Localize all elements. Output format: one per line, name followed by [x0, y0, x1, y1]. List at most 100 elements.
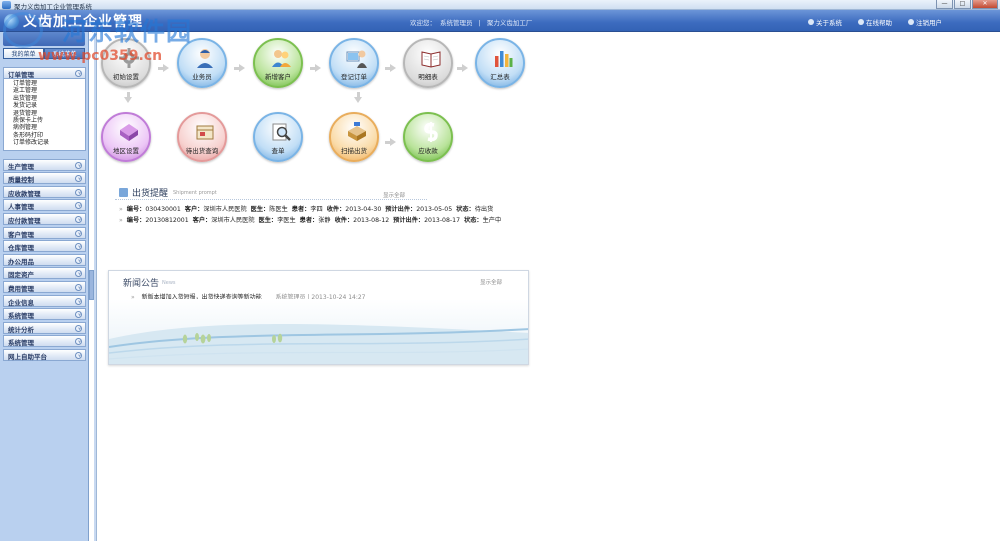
sidebar-group-12[interactable]: 系统管理 » — [3, 308, 86, 321]
shipment-doctor-value: 陈医生 — [269, 206, 288, 213]
sidebar-group-8[interactable]: 办公用品 » — [3, 253, 86, 266]
chevron-down-icon[interactable]: » — [75, 202, 82, 210]
close-button[interactable]: ✕ — [972, 0, 998, 9]
watermark-text: 河东软件园 — [62, 17, 193, 46]
sidebar-item[interactable]: 发货记录 — [13, 102, 85, 109]
chevron-down-icon[interactable]: » — [75, 270, 82, 278]
sidebar-group-7[interactable]: 仓库管理 » — [3, 240, 86, 253]
sidebar-group-label: 固定资产 — [8, 271, 34, 280]
sidebar-item[interactable]: 退货管理 — [13, 110, 85, 117]
sidebar: 我的菜单 系统菜单 订单管理» 订单管理 返工管理 出货管理 发货记录 退货管理 质保卡上传… — [0, 32, 89, 541]
sidebar-group-6[interactable]: 客户管理 » — [3, 226, 86, 239]
sidebar-group-2[interactable]: 质量控制 » — [3, 172, 86, 185]
chevron-down-icon[interactable]: » — [75, 324, 82, 332]
sidebar-group-14[interactable]: 系统管理 » — [3, 335, 86, 348]
sidebar-group-label: 网上自助平台 — [8, 352, 47, 361]
logout-label: 注销用户 — [916, 19, 942, 27]
chevron-down-icon[interactable]: » — [75, 70, 82, 77]
chevron-down-icon[interactable]: » — [75, 188, 82, 196]
chevron-down-icon[interactable]: » — [75, 216, 82, 224]
workflow-node-label: 明细表 — [418, 73, 438, 81]
shipment-row[interactable]: » 编号：030430001 客户：深圳市人民医院 医生：陈医生 患者：李四 收件：201… — [119, 204, 515, 215]
bar-chart-icon — [492, 47, 514, 69]
chevron-down-icon[interactable]: » — [75, 256, 82, 264]
workflow-node-pending-shipment[interactable]: 待出货查询 — [176, 112, 228, 162]
workflow-node-register-order[interactable]: 登记订单 — [328, 38, 380, 88]
sidebar-group-label: 订单管理 — [8, 71, 34, 79]
shipment-status-label: 状态： — [464, 217, 483, 224]
flow-arrow-right — [310, 64, 321, 72]
sidebar-group-label: 统计分析 — [8, 325, 34, 334]
sidebar-item[interactable]: 病例管理 — [13, 124, 85, 131]
workflow-node-label: 地区设置 — [113, 147, 139, 155]
sidebar-group-9[interactable]: 固定资产 » — [3, 267, 86, 280]
shipment-header: 出货提醒 Shipment prompt 显示全部 — [115, 185, 427, 200]
sidebar-item[interactable]: 订单修改记录 — [13, 139, 85, 146]
watermark-logo — [3, 12, 43, 48]
chevron-down-icon[interactable]: » — [75, 311, 82, 319]
workflow-node-region[interactable]: 地区设置 — [100, 112, 152, 162]
shipment-patient-label: 患者： — [299, 217, 319, 224]
sidebar-group-13[interactable]: 统计分析 » — [3, 321, 86, 334]
workflow-node-add-customer[interactable]: 新增客户 — [252, 38, 304, 88]
workflow-node-scan-ship[interactable]: 扫描出货 — [328, 112, 380, 162]
shipment-status-value: 生产中 — [482, 217, 502, 224]
sidebar-group-11[interactable]: 企业信息 » — [3, 294, 86, 307]
shipment-customer-value: 深圳市人民医院 — [203, 206, 247, 213]
sidebar-group-label: 系统管理 — [8, 339, 34, 348]
chevron-down-icon[interactable]: » — [75, 297, 82, 305]
shipment-received-label: 收件： — [326, 206, 346, 213]
workflow-node-receivable[interactable]: 应收款 — [402, 112, 454, 162]
sidebar-group-label: 系统管理 — [8, 312, 34, 321]
sidebar-group-label: 应付款管理 — [8, 217, 41, 226]
news-show-all-link[interactable]: 显示全部 — [480, 278, 502, 286]
sidebar-group-3[interactable]: 应收款管理 » — [3, 185, 86, 198]
online-help-link[interactable]: 在线帮助 — [858, 17, 892, 27]
maximize-button[interactable]: □ — [954, 0, 971, 9]
minimize-button[interactable]: — — [936, 0, 953, 9]
workflow-node-label: 扫描出货 — [341, 147, 367, 155]
workflow-node-bar-chart[interactable]: 汇总表 — [474, 38, 526, 88]
news-background-art — [109, 299, 528, 364]
search-order-icon — [270, 121, 292, 143]
chevron-down-icon[interactable]: » — [75, 229, 82, 237]
chevron-down-icon[interactable]: » — [75, 284, 82, 291]
sidebar-group-label: 办公用品 — [8, 257, 34, 266]
chevron-down-icon[interactable]: » — [75, 161, 82, 169]
sidebar-group-5[interactable]: 应付款管理 » — [3, 213, 86, 226]
workflow-node-search-order[interactable]: 查单 — [252, 112, 304, 162]
sidebar-group-10[interactable]: 费用管理 » — [3, 281, 86, 293]
sidebar-group-15[interactable]: 网上自助平台 » — [3, 348, 86, 361]
window-title-bar: 聚力义齿加工企业管理系统 — □ ✕ — [0, 0, 1000, 11]
welcome-label: 欢迎您： — [410, 19, 436, 27]
user-separator: | — [478, 19, 481, 27]
workflow-diagram: 初始设置 业务员 新增客户 登记订单 明细表 汇总表 地区设置 待出货查询 查单 扫描出货 应收款 — [100, 36, 540, 176]
sidebar-group-0[interactable]: 订单管理 » — [3, 67, 86, 79]
shipment-patient-value: 李四 — [310, 206, 323, 213]
shipment-row[interactable]: » 编号：20130812001 客户：深圳市人民医院 医生：李医生 患者：张静 收件：2… — [119, 215, 515, 226]
workflow-node-label: 新增客户 — [265, 73, 291, 81]
sidebar-group-1[interactable]: 生产管理 » — [3, 158, 86, 171]
shipment-patient-label: 患者： — [291, 206, 311, 213]
sidebar-group-4[interactable]: 人事管理 » — [3, 199, 86, 212]
logout-icon — [908, 19, 914, 25]
shipment-received-value: 2013-08-12 — [353, 217, 390, 224]
workflow-node-book[interactable]: 明细表 — [402, 38, 454, 88]
about-system-link[interactable]: 关于系统 — [808, 17, 842, 27]
sidebar-menu: 订单管理 » 订单管理 返工管理 出货管理 发货记录 退货管理 质保卡上传 病例管理 条形码打印订… — [3, 67, 86, 363]
sidebar-item[interactable]: 返工管理 — [13, 87, 85, 94]
shipment-bullet: » — [119, 217, 123, 224]
chevron-down-icon[interactable]: » — [75, 243, 82, 251]
shipment-subtitle: Shipment prompt — [173, 190, 217, 196]
chevron-down-icon[interactable]: » — [75, 175, 82, 183]
shipment-no-value: 030430001 — [145, 206, 181, 213]
chevron-down-icon[interactable]: » — [75, 338, 82, 346]
shipment-received-value: 2013-04-30 — [345, 206, 382, 213]
info-icon — [808, 19, 814, 25]
register-order-icon — [346, 47, 368, 69]
chevron-down-icon[interactable]: » — [75, 351, 82, 359]
shipment-show-all-link[interactable]: 显示全部 — [383, 191, 405, 199]
shipment-bullet: » — [119, 206, 123, 213]
logout-link[interactable]: 注销用户 — [908, 17, 942, 27]
shipment-expected-value: 2013-05-05 — [416, 206, 453, 213]
